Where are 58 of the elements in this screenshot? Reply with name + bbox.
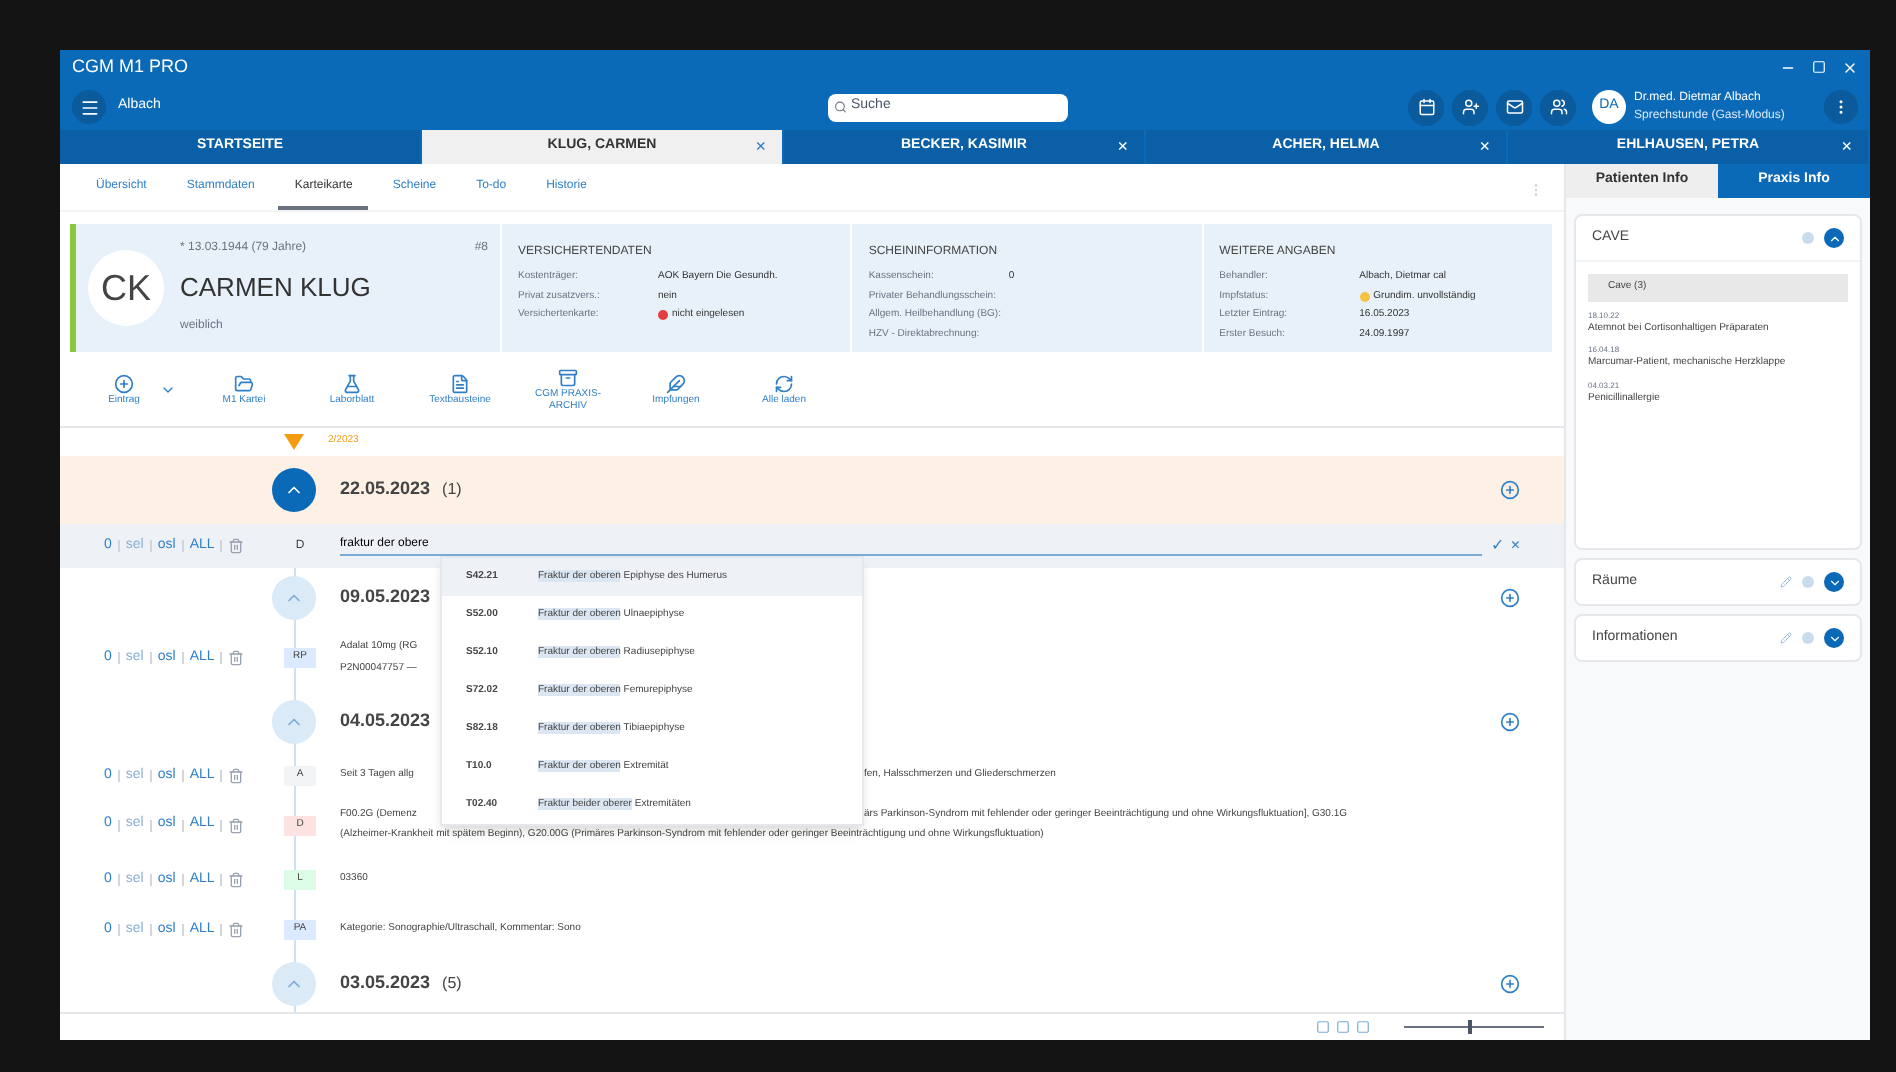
entry-date: 03.05.2023: [340, 970, 431, 997]
patient-avatar: CK: [88, 250, 164, 326]
confirm-button[interactable]: ✓: [1490, 534, 1505, 558]
add-entry-icon[interactable]: [1500, 712, 1520, 732]
calendar-icon: [1417, 98, 1435, 116]
collapse-toggle[interactable]: [272, 962, 316, 1006]
cancel-button[interactable]: ×: [1510, 534, 1520, 558]
refresh-icon: [774, 373, 794, 393]
maximize-icon[interactable]: [1812, 59, 1826, 73]
collapse-toggle[interactable]: [272, 468, 316, 512]
chevron-up-icon: [1827, 231, 1841, 245]
expand-toggle[interactable]: [1824, 628, 1844, 648]
menu-icon: [79, 97, 99, 117]
trash-icon[interactable]: [228, 817, 245, 833]
trash-icon[interactable]: [228, 768, 245, 784]
users-icon: [1549, 98, 1567, 116]
flask-icon: [342, 373, 362, 393]
document-icon: [450, 373, 470, 393]
user-plus-icon: [1461, 98, 1479, 116]
add-entry-icon[interactable]: [1500, 588, 1520, 608]
chevron-down-icon: [1827, 575, 1841, 589]
entry-count: (1): [442, 478, 462, 502]
menu-button[interactable]: [72, 90, 106, 124]
search-icon: [834, 100, 847, 114]
folder-icon: [234, 373, 254, 393]
chevron-down-icon: [1827, 631, 1841, 645]
mail-icon: [1505, 98, 1523, 116]
add-entry-icon[interactable]: [1500, 974, 1520, 994]
tab-close-button[interactable]: ×: [1841, 133, 1852, 161]
trash-icon[interactable]: [228, 922, 245, 938]
entry-count: (5): [442, 972, 462, 996]
edit-icon[interactable]: [1780, 632, 1792, 644]
more-button[interactable]: [1824, 90, 1858, 124]
toolbar-round-button[interactable]: [1496, 89, 1532, 125]
toolbar-round-button[interactable]: [1452, 89, 1488, 125]
expand-toggle[interactable]: [1824, 228, 1844, 248]
collapse-toggle[interactable]: [272, 576, 316, 620]
patient-name: CARMEN KLUG: [180, 270, 373, 307]
toolbar-round-button[interactable]: [1540, 89, 1576, 125]
tab-close-button[interactable]: ×: [755, 133, 766, 161]
trash-icon[interactable]: [228, 650, 245, 666]
tab-close-button[interactable]: ×: [1117, 133, 1128, 161]
trash-icon[interactable]: [228, 538, 245, 554]
close-icon[interactable]: [1842, 59, 1858, 75]
toolbar-round-button[interactable]: [1408, 89, 1444, 125]
window-title: CGM M1 PRO: [72, 53, 189, 80]
entry-date: 09.05.2023: [340, 584, 431, 611]
add-entry-icon[interactable]: [1500, 480, 1520, 500]
collapse-toggle[interactable]: [272, 700, 316, 744]
entry-date: 22.05.2023: [340, 476, 431, 503]
edit-icon[interactable]: [1780, 576, 1792, 588]
trash-icon[interactable]: [228, 872, 245, 888]
tab-close-button[interactable]: ×: [1479, 133, 1490, 161]
expand-toggle[interactable]: [1824, 572, 1844, 592]
archive-icon: [558, 367, 578, 387]
entry-date: 04.05.2023: [340, 708, 431, 735]
plus-circle-icon: [114, 373, 134, 393]
feather-icon: [666, 373, 686, 393]
